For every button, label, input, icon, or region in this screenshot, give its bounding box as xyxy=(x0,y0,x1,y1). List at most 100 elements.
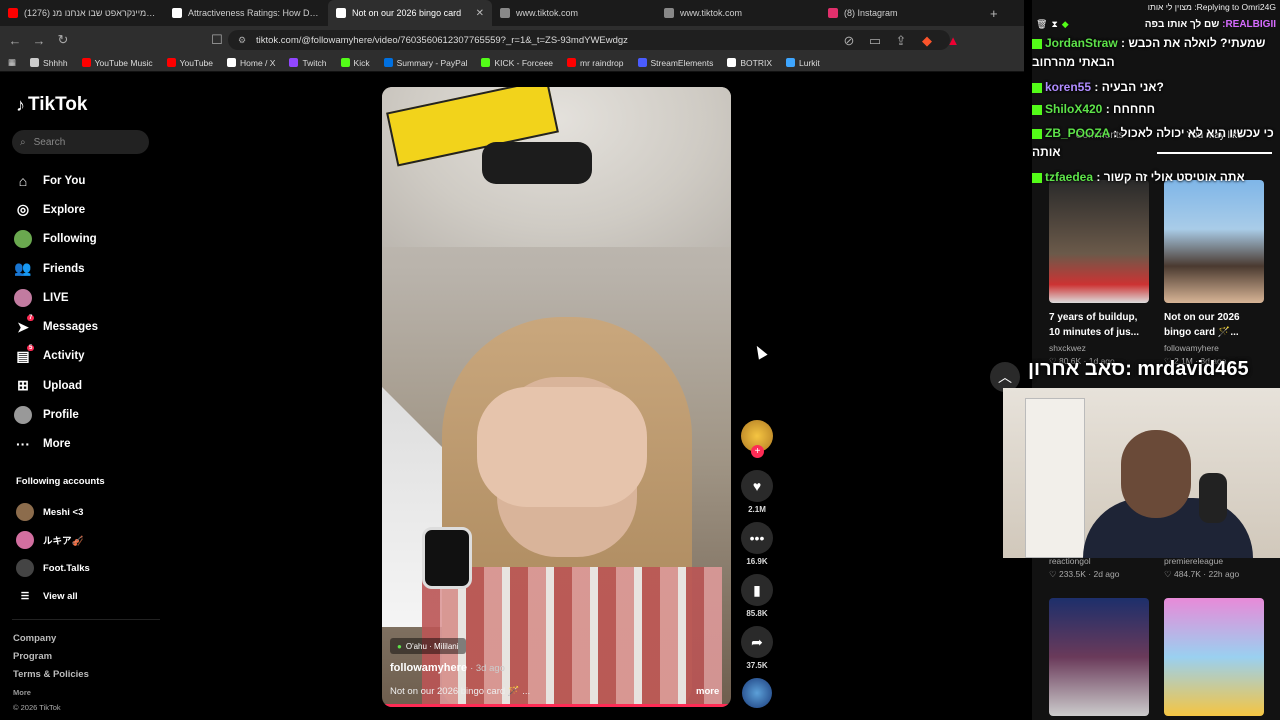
browser-tab[interactable]: Attractiveness Ratings: How Do We M xyxy=(164,0,328,26)
footer-terms[interactable]: Terms & Policies xyxy=(13,666,89,684)
bookmark-item[interactable]: Kick xyxy=(340,58,370,68)
sidebar-item-following[interactable]: Following xyxy=(14,225,98,254)
new-tab-icon[interactable]: + xyxy=(990,6,998,21)
mute-icon[interactable]: ⊘ xyxy=(842,33,856,49)
video-author[interactable]: followamyhere · 3d ago xyxy=(390,662,505,674)
suggestion-thumb-4[interactable] xyxy=(1164,598,1264,716)
bookmark-icon[interactable]: ☐ xyxy=(210,32,224,48)
bookmark-item[interactable]: Lurkit xyxy=(786,58,820,68)
bookmark-item[interactable]: Summary - PayPal xyxy=(383,58,467,68)
post-age: · 3d ago xyxy=(470,663,505,674)
kick-badge-icon xyxy=(1032,172,1042,183)
save-action[interactable]: ▮ 85.8K xyxy=(739,574,775,618)
tab-title: לייב מיינקראפט שבו אנחנו מנ (1276) xyxy=(24,8,156,18)
music-disc-icon[interactable] xyxy=(742,678,772,708)
view-all-link[interactable]: ☰ View all xyxy=(16,582,90,610)
bookmark-item[interactable]: BOTRIX xyxy=(727,58,772,68)
following-account[interactable]: ルキア🎻 xyxy=(16,526,90,554)
sidebar-item-for-you[interactable]: ⌂ For You xyxy=(14,166,98,195)
suggestion-thumb-1[interactable] xyxy=(1049,180,1149,303)
bookmark-item[interactable]: Home / X xyxy=(227,58,275,68)
browser-tab[interactable]: לייב מיינקראפט שבו אנחנו מנ (1276) xyxy=(0,0,164,26)
location-tag[interactable]: ● O'ahu · Mililani xyxy=(390,638,466,654)
bookmark-item[interactable]: StreamElements xyxy=(637,58,713,68)
video-frame-mirror xyxy=(482,142,592,184)
author-avatar[interactable]: + xyxy=(741,420,773,458)
suggestion-title-1[interactable]: 7 years of buildup, 10 minutes of jus... xyxy=(1049,310,1149,340)
footer-more[interactable]: More xyxy=(13,684,89,702)
save-count: 85.8K xyxy=(746,609,768,618)
bookmark-save-icon[interactable]: ▮ xyxy=(741,574,773,606)
author-name[interactable]: followamyhere xyxy=(390,662,467,674)
bookmark-item[interactable]: mr raindrop xyxy=(567,58,624,68)
share-arrow-icon[interactable]: ➦ xyxy=(741,626,773,658)
last-subscriber: סאב אחרון: mrdavid465 xyxy=(1028,358,1249,380)
bookmark-favicon-icon xyxy=(383,58,393,67)
search-placeholder: Search xyxy=(33,136,66,148)
suggestion-user-2[interactable]: followamyhere xyxy=(1164,343,1219,353)
sidebar-item-label: Upload xyxy=(43,379,82,392)
sidebar-item-upload[interactable]: ⊞ Upload xyxy=(14,371,98,400)
sidebar-item-more[interactable]: ··· More xyxy=(14,430,98,459)
bookmark-item[interactable]: Twitch xyxy=(289,58,327,68)
tiktok-note-icon: ♪ xyxy=(16,94,25,115)
friends-icon: 👥 xyxy=(14,260,32,277)
sidebar-item-activity[interactable]: ▤ Activity 5 xyxy=(14,342,98,371)
chat-text: : חחחחח xyxy=(1105,102,1156,116)
sidebar-item-label: Profile xyxy=(43,409,79,422)
follow-plus-icon[interactable]: + xyxy=(751,445,764,458)
back-icon[interactable]: ← xyxy=(8,33,22,48)
site-info-icon[interactable]: ⚙ xyxy=(238,35,246,46)
share-action[interactable]: ➦ 37.5K xyxy=(739,626,775,670)
sidebar-item-friends[interactable]: 👥 Friends xyxy=(14,254,98,283)
list-icon: ☰ xyxy=(20,590,30,602)
suggestion-user-1[interactable]: shxckwez xyxy=(1049,343,1086,353)
caption-more-link[interactable]: more xyxy=(696,686,719,697)
following-account[interactable]: Meshi <3 xyxy=(16,498,90,526)
share-icon[interactable]: ⇪ xyxy=(894,33,908,49)
forward-icon[interactable]: → xyxy=(32,33,46,48)
avatar xyxy=(14,406,32,425)
chat-top-message: 🗑 ⧗ ◆ REALBIGII: שם לך אותו בפה xyxy=(1032,16,1280,32)
following-account[interactable]: Foot.Talks xyxy=(16,554,90,582)
search-input[interactable]: ⌕ Search xyxy=(12,130,149,154)
trash-icon[interactable]: 🗑 xyxy=(1036,19,1047,30)
video-progress-bar[interactable] xyxy=(382,704,731,707)
browser-tab[interactable]: Not on our 2026 bingo card ✕ xyxy=(328,0,492,26)
bookmark-item[interactable]: Shhhh xyxy=(30,58,68,68)
like-action[interactable]: ♥ 2.1M xyxy=(739,470,775,514)
location-label: O'ahu · Mililani xyxy=(405,641,459,651)
apps-icon[interactable]: ▦ xyxy=(8,57,16,68)
chat-username: JordanStraw xyxy=(1045,36,1118,50)
heart-icon[interactable]: ♥ xyxy=(741,470,773,502)
video-player[interactable] xyxy=(382,87,731,707)
tiktok-logo[interactable]: ♪ TikTok xyxy=(16,94,87,116)
timeout-icon[interactable]: ⧗ xyxy=(1051,19,1057,30)
cast-icon[interactable]: ▭ xyxy=(868,33,882,49)
chat-username: ZB_POOZA xyxy=(1045,126,1110,140)
suggestion-thumb-3[interactable] xyxy=(1049,598,1149,716)
bookmark-item[interactable]: KICK - Forceee xyxy=(481,58,553,68)
view-all-label: View all xyxy=(43,590,78,602)
comment-icon[interactable]: ••• xyxy=(741,522,773,554)
sidebar-item-profile[interactable]: Profile xyxy=(14,400,98,429)
browser-tab[interactable]: (8) Instagram xyxy=(820,0,984,26)
close-tab-icon[interactable]: ✕ xyxy=(476,8,484,19)
comment-action[interactable]: ••• 16.9K xyxy=(739,522,775,566)
footer-program[interactable]: Program xyxy=(13,648,89,666)
browser-tab[interactable]: www.tiktok.com xyxy=(656,0,820,26)
search-icon: ⌕ xyxy=(20,136,26,148)
brave-shield-icon[interactable]: ◆ xyxy=(920,33,934,49)
sidebar-item-messages[interactable]: ➤ Messages 7 xyxy=(14,312,98,341)
rewards-icon[interactable]: ▲ xyxy=(946,33,960,49)
bookmark-label: Home / X xyxy=(240,57,276,68)
sidebar-item-live[interactable]: LIVE xyxy=(14,283,98,312)
suggestion-title-2[interactable]: Not on our 2026 bingo card 🪄... xyxy=(1164,310,1264,340)
browser-tab[interactable]: www.tiktok.com xyxy=(492,0,656,26)
bookmark-item[interactable]: YouTube Music xyxy=(81,58,153,68)
bookmark-item[interactable]: YouTube xyxy=(166,58,213,68)
sidebar-item-explore[interactable]: ◎ Explore xyxy=(14,195,98,224)
footer-company[interactable]: Company xyxy=(13,630,89,648)
reload-icon[interactable]: ↻ xyxy=(56,32,70,48)
suggestion-thumb-2[interactable] xyxy=(1164,180,1264,303)
